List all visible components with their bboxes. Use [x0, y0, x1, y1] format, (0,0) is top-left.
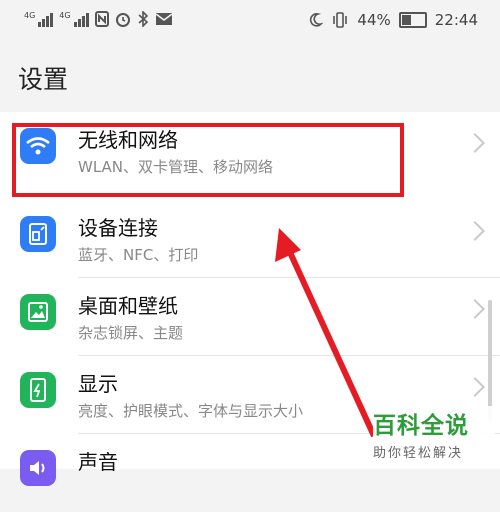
chevron-right-icon — [465, 377, 485, 397]
watermark-subtitle: 助你轻松解决 — [373, 446, 464, 461]
settings-item-device-connection[interactable]: 设备连接 蓝牙、NFC、打印 — [0, 200, 500, 278]
watermark: 百科全说 助你轻松解决 — [373, 406, 495, 464]
nfc-icon — [94, 11, 109, 27]
bluetooth-icon — [138, 11, 148, 27]
signal-icon: 4G — [24, 11, 54, 27]
battery-icon — [398, 12, 427, 28]
signal-icon: 4G — [59, 11, 89, 27]
alarm-icon — [115, 13, 130, 27]
wallpaper-icon — [20, 294, 56, 330]
vibrate-icon — [333, 12, 348, 28]
status-right: 44% 22:44 — [307, 11, 478, 29]
scrollbar[interactable] — [488, 300, 492, 420]
status-left: 4G 4G — [24, 11, 173, 27]
chevron-right-icon — [465, 133, 485, 153]
display-icon — [20, 372, 56, 408]
settings-item-subtitle: 亮度、护眼模式、字体与显示大小 — [78, 402, 304, 420]
settings-item-subtitle: 杂志锁屏、主题 — [78, 324, 184, 342]
status-bar: 4G 4G 44% 22:44 — [0, 0, 500, 42]
settings-item-desktop-wallpaper[interactable]: 桌面和壁纸 杂志锁屏、主题 — [0, 278, 500, 356]
watermark-title: 百科全说 — [373, 413, 469, 439]
settings-item-label: 声音 — [78, 450, 118, 474]
chevron-right-icon — [465, 299, 485, 319]
settings-item-label: 桌面和壁纸 — [78, 294, 178, 318]
sound-icon — [20, 450, 56, 486]
device-connection-icon — [20, 216, 56, 252]
page-title: 设置 — [18, 65, 69, 94]
battery-percent: 44% — [357, 11, 391, 29]
highlight-box — [12, 123, 404, 197]
moon-icon — [310, 13, 324, 27]
settings-item-label: 设备连接 — [78, 216, 158, 240]
chevron-right-icon — [465, 221, 485, 241]
settings-item-label: 显示 — [78, 372, 118, 396]
settings-item-subtitle: 蓝牙、NFC、打印 — [78, 246, 199, 264]
mail-icon — [155, 13, 173, 25]
clock: 22:44 — [434, 11, 478, 29]
